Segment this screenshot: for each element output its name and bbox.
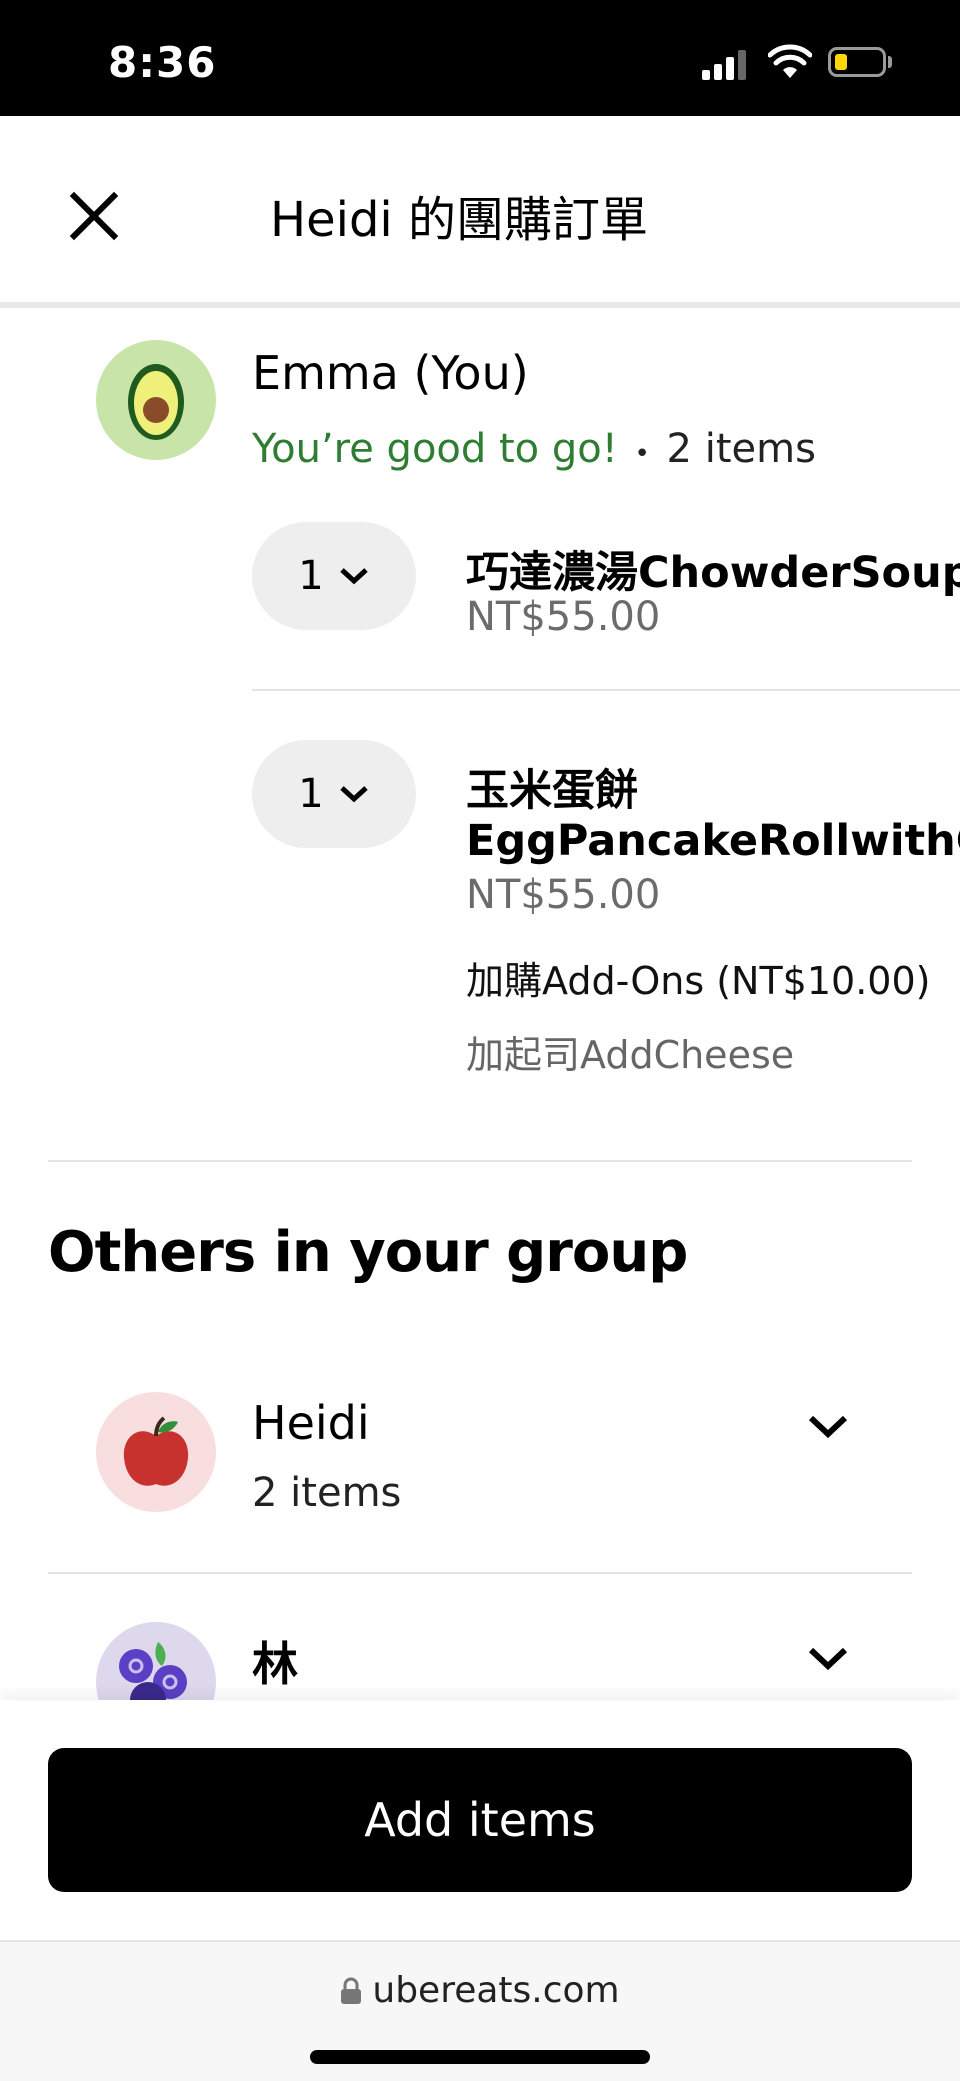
header: Heidi 的團購訂單: [0, 116, 960, 302]
page-title-text: Heidi 的團購訂單: [269, 192, 649, 248]
item-price: NT$55.00: [466, 872, 661, 918]
lock-icon: [341, 1977, 362, 2004]
battery-icon: [828, 47, 886, 77]
my-status-line: You’re good to go! • 2 items: [252, 426, 816, 472]
page-title: Heidi 的團購訂單: [0, 180, 960, 250]
member-name[interactable]: 林: [252, 1628, 298, 1694]
item-name[interactable]: 巧達濃湯ChowderSoup: [466, 538, 960, 600]
chevron-down-icon[interactable]: [806, 1644, 850, 1674]
chevron-down-icon: [340, 568, 368, 585]
add-items-button[interactable]: Add items: [48, 1748, 912, 1892]
ready-status: You’re good to go!: [252, 426, 618, 472]
home-indicator: [310, 2050, 650, 2064]
item-name-line1[interactable]: 玉米蛋餅: [466, 756, 638, 818]
my-name: Emma (You): [252, 346, 529, 400]
member-name[interactable]: Heidi: [252, 1396, 370, 1450]
quantity-selector[interactable]: 1: [252, 522, 416, 630]
my-item-count: 2 items: [666, 426, 816, 472]
member-item-count: 2 items: [252, 1470, 402, 1516]
chevron-down-icon[interactable]: [806, 1412, 850, 1442]
header-divider: [0, 302, 960, 308]
separator-dot: •: [634, 439, 650, 469]
others-section-title: Others in your group: [48, 1220, 688, 1285]
addon-group-label: 加購Add-Ons (NT$10.00): [466, 959, 931, 1003]
avocado-avatar-icon: [96, 340, 216, 460]
item-divider: [252, 689, 960, 691]
signal-icon: [702, 48, 750, 80]
status-bar: 8:36: [0, 0, 960, 116]
url-display[interactable]: ubereats.com: [0, 1970, 960, 2011]
item-price: NT$55.00: [466, 594, 661, 640]
quantity-selector[interactable]: 1: [252, 740, 416, 848]
battery-tip: [888, 56, 892, 68]
url-text: ubereats.com: [372, 1970, 620, 2011]
status-time: 8:36: [108, 38, 217, 87]
section-divider: [48, 1160, 912, 1162]
addon-option: 加起司AddCheese: [466, 1033, 795, 1077]
quantity-value: 1: [298, 553, 324, 599]
quantity-value: 1: [298, 771, 324, 817]
chevron-down-icon: [340, 786, 368, 803]
wifi-icon: [768, 44, 812, 78]
apple-avatar-icon: [96, 1392, 216, 1512]
member-divider: [48, 1572, 912, 1574]
item-name-line2[interactable]: EggPancakeRollwithCo: [466, 816, 960, 866]
